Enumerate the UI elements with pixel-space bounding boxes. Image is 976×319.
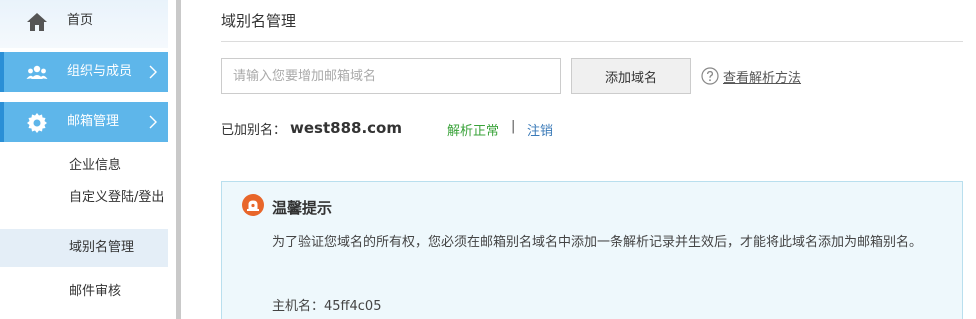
sidebar-item-label: 首页 — [67, 13, 94, 28]
alias-separator: | — [511, 119, 516, 134]
gear-icon — [27, 113, 47, 133]
alias-domain: west888.com — [290, 119, 402, 137]
home-icon — [27, 13, 47, 31]
sidebar-item-home[interactable]: 首页 — [0, 1, 168, 41]
tip-host-label: 主机名： — [272, 299, 325, 314]
page-title: 域别名管理 — [221, 12, 297, 30]
tip-box: 温馨提示 为了验证您域名的所有权，您必须在邮箱别名域名中添加一条解析记录并生效后… — [221, 181, 963, 319]
chevron-right-icon — [149, 65, 157, 79]
sidebar-item-label: 组织与成员 — [67, 64, 133, 79]
sidebar-subitem-label: 邮件审核 — [69, 284, 122, 299]
alias-label: 已加别名： — [221, 122, 287, 138]
people-icon — [26, 65, 48, 79]
sidebar-subitem-label: 域别名管理 — [69, 240, 135, 255]
question-circle-icon[interactable] — [701, 67, 719, 85]
sidebar-subitem-custom-login[interactable]: 自定义登陆/登出 — [0, 187, 168, 229]
chevron-right-icon — [149, 115, 157, 129]
sidebar: 首页 组织与成员 邮箱管理 企业信息 自定义登陆/登出 域别名管理 邮件审核 — [0, 0, 168, 319]
sidebar-scrollbar[interactable] — [176, 0, 181, 319]
alias-row: 已加别名： west888.com — [221, 117, 402, 139]
alias-status: 解析正常 — [447, 124, 500, 139]
sidebar-subitem-label: 自定义登陆/登出 — [69, 190, 165, 205]
sidebar-subitem-domain-alias[interactable]: 域别名管理 — [0, 229, 168, 267]
view-resolution-method-link[interactable]: 查看解析方法 — [723, 67, 801, 86]
tip-title: 温馨提示 — [272, 199, 333, 217]
sidebar-item-label: 邮箱管理 — [67, 114, 120, 129]
add-domain-button[interactable]: 添加域名 — [571, 58, 691, 94]
domain-input[interactable] — [221, 58, 561, 94]
main-content: 域别名管理 添加域名 查看解析方法 已加别名： west888.com 解析正常… — [221, 0, 976, 319]
cancel-alias-link[interactable]: 注销 — [527, 120, 553, 139]
sidebar-item-org-members[interactable]: 组织与成员 — [0, 52, 168, 92]
tip-text: 为了验证您域名的所有权，您必须在邮箱别名域名中添加一条解析记录并生效后，才能将此… — [272, 235, 923, 250]
sidebar-subitem-mail-review[interactable]: 邮件审核 — [0, 280, 168, 300]
tip-host: 主机名：45ff4c05 — [272, 295, 381, 314]
tip-host-value: 45ff4c05 — [324, 299, 382, 314]
alert-lamp-icon — [242, 194, 264, 216]
title-divider — [221, 41, 963, 42]
sidebar-subitem-label: 企业信息 — [69, 158, 122, 173]
sidebar-subitem-company-info[interactable]: 企业信息 — [0, 154, 168, 174]
sidebar-item-mail-management[interactable]: 邮箱管理 — [0, 102, 168, 142]
